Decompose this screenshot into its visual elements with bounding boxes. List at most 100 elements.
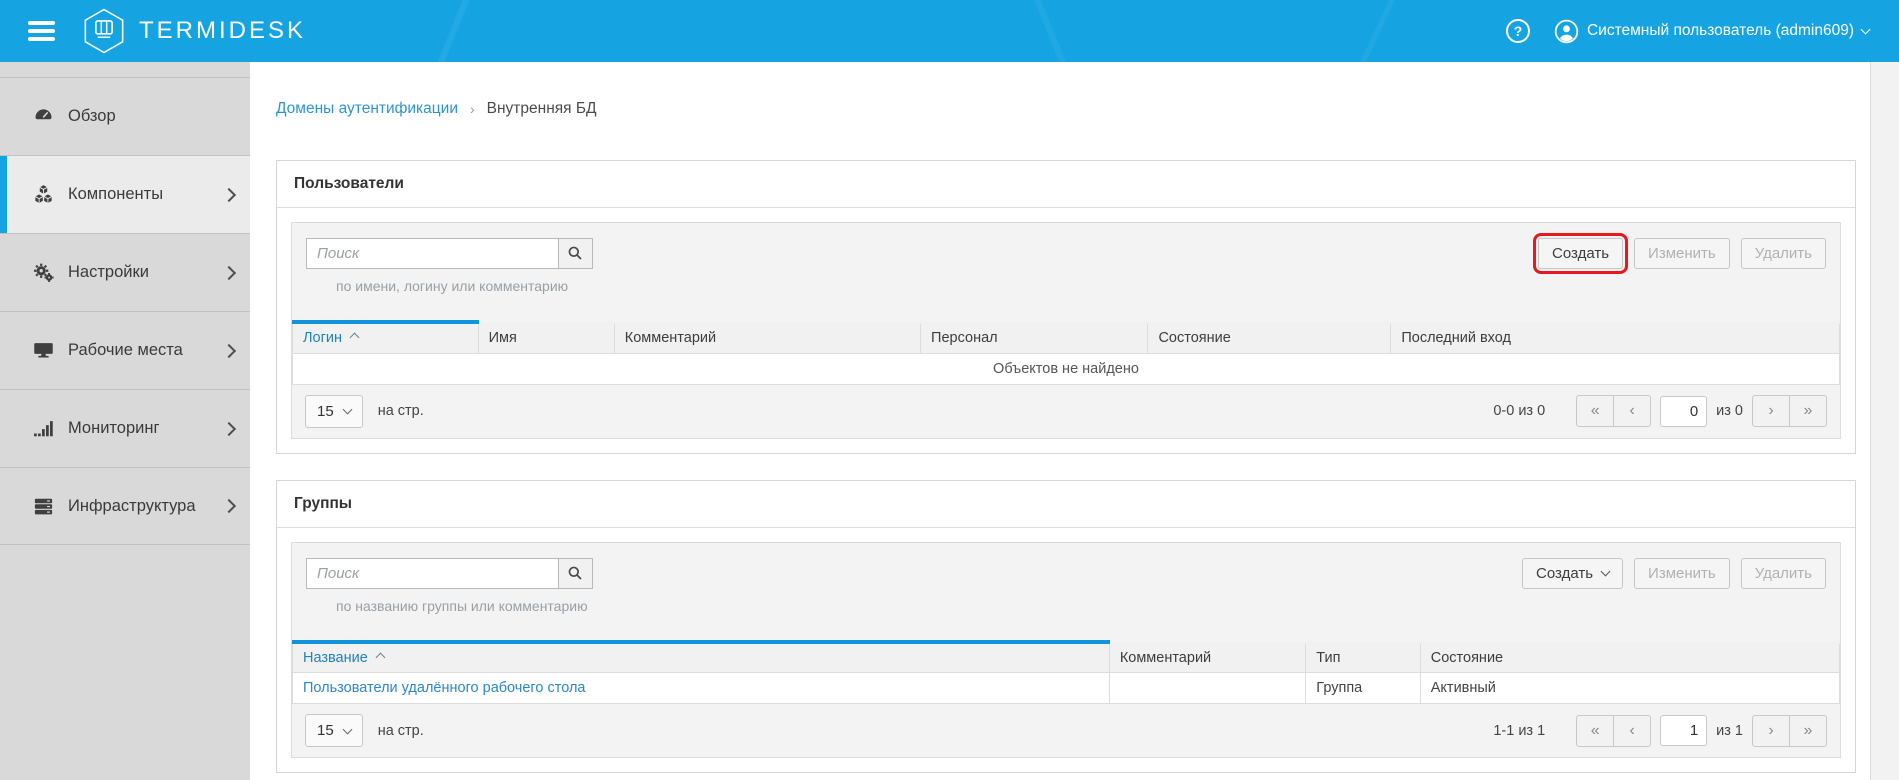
chevron-right-icon <box>222 499 236 513</box>
users-delete-button[interactable]: Удалить <box>1741 238 1826 269</box>
sidebar-item-settings[interactable]: Настройки <box>0 233 250 311</box>
users-edit-button[interactable]: Изменить <box>1634 238 1730 269</box>
users-per-page-label: на стр. <box>378 403 424 419</box>
users-search-hint: по имени, логину или комментарию <box>336 278 593 294</box>
users-column-staff[interactable]: Персонал <box>921 322 1148 353</box>
server-stack-icon <box>33 496 54 517</box>
groups-table-row[interactable]: Пользователи удалённого рабочего стола Г… <box>293 673 1840 704</box>
breadcrumb-link-auth-domains[interactable]: Домены аутентификации <box>276 100 458 118</box>
sidebar-item-workplaces[interactable]: Рабочие места <box>0 311 250 389</box>
prev-page-icon: ‹ <box>1629 402 1634 420</box>
groups-search-hint: по названию группы или комментарию <box>336 598 593 614</box>
groups-panel: Группы по названию группы или ко <box>276 480 1856 774</box>
users-prev-page-button[interactable]: ‹ <box>1613 395 1651 427</box>
users-empty-row: Объектов не найдено <box>293 353 1840 384</box>
scrollbar-track[interactable] <box>1870 62 1899 780</box>
users-first-page-button[interactable]: « <box>1576 395 1614 427</box>
groups-next-page-button[interactable]: › <box>1752 715 1790 747</box>
sidebar-item-label: Инфраструктура <box>68 497 196 516</box>
group-comment-cell <box>1109 673 1305 704</box>
groups-table-header-row: Название Комментарий Тип Состояние <box>293 642 1840 673</box>
groups-range-label: 1-1 из 1 <box>1493 723 1545 739</box>
user-name-label: Системный пользователь (admin609) <box>1587 22 1854 40</box>
sidebar-item-label: Мониторинг <box>68 419 160 438</box>
chevron-right-icon <box>222 187 236 201</box>
users-search-button[interactable] <box>558 238 593 269</box>
group-type-cell: Группа <box>1306 673 1420 704</box>
groups-delete-button[interactable]: Удалить <box>1741 558 1826 589</box>
next-page-icon: › <box>1768 402 1773 420</box>
groups-search-button[interactable] <box>558 558 593 589</box>
groups-table: Название Комментарий Тип Состояние Польз… <box>292 640 1840 705</box>
groups-pagination: 15 на стр. 1-1 из 1 « ‹ из 1 › <box>292 704 1840 757</box>
users-range-label: 0-0 из 0 <box>1493 403 1545 419</box>
groups-edit-button[interactable]: Изменить <box>1634 558 1730 589</box>
group-name-link[interactable]: Пользователи удалённого рабочего стола <box>303 680 586 696</box>
groups-prev-page-button[interactable]: ‹ <box>1613 715 1651 747</box>
groups-column-state[interactable]: Состояние <box>1420 642 1839 673</box>
users-create-button[interactable]: Создать <box>1538 238 1623 269</box>
groups-page-size-select[interactable]: 15 <box>305 714 363 747</box>
first-page-icon: « <box>1591 402 1600 420</box>
sidebar-item-components[interactable]: Компоненты <box>0 155 250 233</box>
cubes-icon <box>33 184 54 205</box>
users-search-input[interactable] <box>306 238 559 269</box>
users-table: Логин Имя Комментарий Персонал Состояние… <box>292 320 1840 385</box>
users-page-of-label: из 0 <box>1716 403 1743 419</box>
users-panel-title: Пользователи <box>277 161 1855 208</box>
last-page-icon: » <box>1804 402 1813 420</box>
users-panel: Пользователи по имени, логину ил <box>276 160 1856 454</box>
groups-last-page-button[interactable]: » <box>1789 715 1827 747</box>
user-avatar-icon <box>1554 19 1579 44</box>
groups-column-name[interactable]: Название <box>293 642 1110 673</box>
sidebar-item-overview[interactable]: Обзор <box>0 77 250 155</box>
users-column-last-login[interactable]: Последний вход <box>1391 322 1840 353</box>
users-pagination: 15 на стр. 0-0 из 0 « ‹ из 0 › <box>292 385 1840 438</box>
breadcrumb: Домены аутентификации › Внутренняя БД <box>276 100 1856 118</box>
prev-page-icon: ‹ <box>1629 722 1634 740</box>
groups-page-number-input[interactable] <box>1660 715 1707 746</box>
chevron-down-icon <box>1601 567 1611 577</box>
sidebar-item-label: Рабочие места <box>68 341 183 360</box>
next-page-icon: › <box>1768 722 1773 740</box>
groups-per-page-label: на стр. <box>378 723 424 739</box>
brand-logo: TERMIDESK <box>82 7 306 55</box>
chevron-down-icon <box>1861 25 1871 35</box>
groups-search-input[interactable] <box>306 558 559 589</box>
sort-ascending-icon <box>350 333 360 343</box>
groups-column-comment[interactable]: Комментарий <box>1109 642 1305 673</box>
hamburger-menu-icon[interactable] <box>28 17 56 46</box>
users-column-state[interactable]: Состояние <box>1148 322 1391 353</box>
groups-create-button[interactable]: Создать <box>1522 558 1623 589</box>
users-last-page-button[interactable]: » <box>1789 395 1827 427</box>
chevron-right-icon <box>222 265 236 279</box>
users-table-header-row: Логин Имя Комментарий Персонал Состояние… <box>293 322 1840 353</box>
users-column-login[interactable]: Логин <box>293 322 479 353</box>
last-page-icon: » <box>1804 722 1813 740</box>
users-empty-text: Объектов не найдено <box>293 353 1840 384</box>
users-column-name[interactable]: Имя <box>478 322 614 353</box>
sidebar-item-infrastructure[interactable]: Инфраструктура <box>0 467 250 545</box>
groups-first-page-button[interactable]: « <box>1576 715 1614 747</box>
group-state-cell: Активный <box>1420 673 1839 704</box>
top-header-bar: TERMIDESK ? Системный пользователь (admi… <box>0 0 1899 62</box>
users-page-size-select[interactable]: 15 <box>305 395 363 428</box>
desktop-monitor-icon <box>33 340 54 361</box>
chevron-right-icon <box>222 421 236 435</box>
dashboard-gauge-icon <box>33 106 54 127</box>
search-icon <box>567 245 584 262</box>
search-icon <box>567 565 584 582</box>
users-next-page-button[interactable]: › <box>1752 395 1790 427</box>
users-column-comment[interactable]: Комментарий <box>614 322 920 353</box>
chevron-down-icon <box>342 405 352 415</box>
user-menu[interactable]: Системный пользователь (admin609) <box>1554 19 1869 44</box>
gears-icon <box>33 262 54 283</box>
groups-column-type[interactable]: Тип <box>1306 642 1420 673</box>
help-icon[interactable]: ? <box>1506 19 1530 43</box>
main-content: Домены аутентификации › Внутренняя БД По… <box>250 62 1870 780</box>
sidebar-item-monitoring[interactable]: Мониторинг <box>0 389 250 467</box>
users-card: по имени, логину или комментарию Создать… <box>291 222 1841 439</box>
chevron-down-icon <box>342 724 352 734</box>
sort-ascending-icon <box>375 652 385 662</box>
users-page-number-input[interactable] <box>1660 396 1707 427</box>
